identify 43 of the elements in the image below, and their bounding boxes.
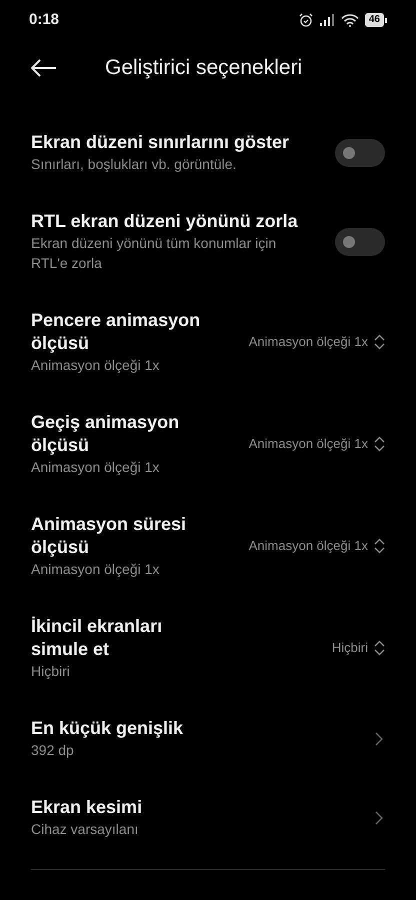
signal-icon: [318, 14, 335, 26]
setting-subtitle: Sınırları, boşlukları vb. görüntüle.: [31, 155, 238, 174]
settings-row[interactable]: Ekran düzeni sınırlarını göster Sınırları, boşlukları vb. görüntüle.: [0, 113, 416, 192]
settings-row[interactable]: RTL ekran düzeni yönünü zorla Ekran düzeni yönünü tüm konumlar için RTL'e zorla: [0, 192, 416, 291]
setting-value: Hiçbiri: [332, 639, 368, 658]
chevron-right-icon: [375, 732, 383, 746]
setting-value: Animasyon ölçeği 1x: [248, 435, 368, 454]
settings-row[interactable]: İkincil ekranları simule et Hiçbiri Hiçbiri: [0, 597, 416, 699]
setting-title: Animasyon süresi ölçüsü: [31, 513, 188, 559]
toggle-switch[interactable]: [335, 228, 385, 256]
setting-title: Ekran düzeni sınırlarını göster: [31, 131, 290, 154]
setting-value: Animasyon ölçeği 1x: [248, 537, 368, 556]
setting-value: Animasyon ölçeği 1x: [248, 333, 368, 352]
setting-title: Pencere animasyon ölçüsü: [31, 309, 201, 355]
setting-title: Ekran kesimi: [31, 796, 144, 819]
status-time: 0:18: [29, 10, 60, 30]
settings-row[interactable]: Ekran kesimi Cihaz varsayılanı: [0, 778, 416, 857]
setting-subtitle: Hiçbiri: [31, 662, 71, 681]
back-icon[interactable]: [31, 59, 57, 77]
settings-row[interactable]: Geçiş animasyon ölçüsü Animasyon ölçeği 1x Animasyon ölçeği 1x: [0, 393, 416, 495]
screen-title: Geliştirici seçenekleri: [105, 55, 302, 82]
setting-subtitle: Cihaz varsayılanı: [31, 820, 140, 839]
setting-title: En küçük genişlik: [31, 717, 184, 740]
setting-title: İkincil ekranları simule et: [31, 615, 164, 661]
setting-title: Geçiş animasyon ölçüsü: [31, 411, 180, 457]
alarm-icon: [298, 13, 313, 27]
setting-title: RTL ekran düzeni yönünü zorla: [31, 210, 299, 233]
settings-row[interactable]: Pencere animasyon ölçüsü Animasyon ölçeği 1x Animasyon ölçeği 1x: [0, 291, 416, 393]
up-down-chevron-icon: [374, 640, 385, 656]
setting-subtitle: Animasyon ölçeği 1x: [31, 356, 160, 375]
setting-subtitle: Animasyon ölçeği 1x: [31, 560, 160, 579]
wifi-icon: [340, 14, 359, 26]
setting-subtitle: 392 dp: [31, 741, 75, 760]
battery-icon: 46: [364, 13, 387, 27]
up-down-chevron-icon: [374, 538, 385, 554]
chevron-right-icon: [375, 810, 383, 824]
setting-subtitle: Animasyon ölçeği 1x: [31, 458, 160, 477]
toggle-switch[interactable]: [335, 138, 385, 166]
setting-subtitle: Ekran düzeni yönünü tüm konumlar için RTL'e zorla: [31, 234, 278, 273]
settings-row[interactable]: En küçük genişlik 392 dp: [0, 699, 416, 778]
up-down-chevron-icon: [374, 436, 385, 452]
up-down-chevron-icon: [374, 334, 385, 350]
settings-row[interactable]: Animasyon süresi ölçüsü Animasyon ölçeği 1x Animasyon ölçeği 1x: [0, 495, 416, 597]
